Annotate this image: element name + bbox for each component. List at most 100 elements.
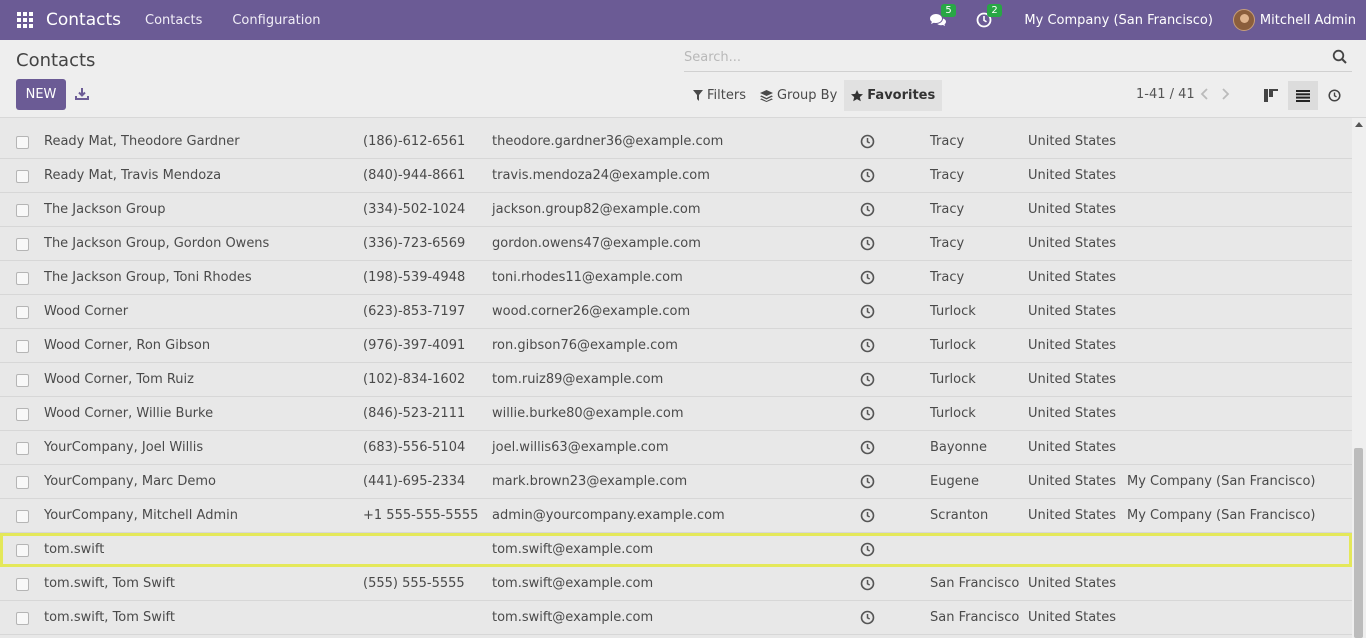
chevron-right-icon[interactable] bbox=[1220, 87, 1230, 101]
row-checkbox[interactable] bbox=[16, 408, 29, 421]
activity-clock-icon[interactable] bbox=[860, 406, 875, 425]
table-row[interactable]: Wood Corner, Tom Ruiz (102)-834-1602 tom.r… bbox=[0, 363, 1352, 397]
activity-clock-icon[interactable] bbox=[860, 474, 875, 493]
contact-name: YourCompany, Joel Willis bbox=[44, 440, 204, 455]
table-row[interactable]: tom.swift, Tom Swift tom.swift@example.co… bbox=[0, 601, 1352, 635]
app-title[interactable]: Contacts bbox=[46, 10, 121, 30]
contact-country: United States bbox=[1028, 372, 1117, 387]
row-checkbox[interactable] bbox=[16, 476, 29, 489]
group-by-button[interactable]: Group By bbox=[753, 80, 844, 111]
contact-email: tom.ruiz89@example.com bbox=[492, 372, 664, 387]
activity-clock-icon[interactable] bbox=[860, 610, 875, 629]
search-icon[interactable] bbox=[1332, 49, 1348, 65]
row-checkbox[interactable] bbox=[16, 170, 29, 183]
apps-menu-icon[interactable] bbox=[17, 12, 33, 28]
contact-country: United States bbox=[1028, 508, 1117, 523]
pager-value[interactable]: 1-41 / 41 bbox=[1136, 87, 1195, 102]
filter-icon bbox=[693, 90, 703, 101]
row-checkbox[interactable] bbox=[16, 340, 29, 353]
user-avatar[interactable] bbox=[1232, 9, 1255, 31]
table-row[interactable]: tom.swift tom.swift@example.com bbox=[0, 533, 1352, 567]
contact-name: The Jackson Group bbox=[44, 202, 166, 217]
list-view-button[interactable] bbox=[1288, 81, 1318, 110]
activity-clock-icon[interactable] bbox=[860, 304, 875, 323]
table-row[interactable]: tom.swift, Tom Swift (555) 555-5555 tom.sw… bbox=[0, 567, 1352, 601]
activity-clock-icon[interactable] bbox=[860, 508, 875, 527]
row-checkbox[interactable] bbox=[16, 510, 29, 523]
contact-city: Eugene bbox=[930, 474, 979, 489]
activity-clock-icon[interactable] bbox=[860, 338, 875, 357]
row-checkbox[interactable] bbox=[16, 136, 29, 149]
contact-country: United States bbox=[1028, 236, 1117, 251]
contact-email: theodore.gardner36@example.com bbox=[492, 134, 724, 149]
activity-clock-icon[interactable] bbox=[860, 134, 875, 153]
contact-city: Bayonne bbox=[930, 440, 988, 455]
contact-name: Ready Mat, Theodore Gardner bbox=[44, 134, 240, 149]
table-row[interactable]: The Jackson Group, Toni Rhodes (198)-539-… bbox=[0, 261, 1352, 295]
activity-clock-icon[interactable] bbox=[860, 372, 875, 391]
scrollbar[interactable] bbox=[1352, 118, 1366, 638]
favorites-button[interactable]: Favorites bbox=[844, 80, 943, 111]
row-checkbox[interactable] bbox=[16, 238, 29, 251]
table-row[interactable]: YourCompany, Marc Demo (441)-695-2334 mark… bbox=[0, 465, 1352, 499]
layers-icon bbox=[759, 89, 773, 102]
contact-phone: (623)-853-7197 bbox=[363, 304, 466, 319]
row-checkbox[interactable] bbox=[16, 442, 29, 455]
table-row[interactable]: Wood Corner, Ron Gibson (976)-397-4091 ron… bbox=[0, 329, 1352, 363]
contact-country: United States bbox=[1028, 440, 1117, 455]
scroll-up-arrow-icon[interactable] bbox=[1355, 122, 1363, 127]
table-row[interactable]: Wood Corner (623)-853-7197 wood.corner26@e… bbox=[0, 295, 1352, 329]
table-row[interactable]: The Jackson Group (334)-502-1024 jackson.g… bbox=[0, 193, 1352, 227]
row-checkbox[interactable] bbox=[16, 578, 29, 591]
table-row[interactable]: Wood Corner, Willie Burke (846)-523-2111 w… bbox=[0, 397, 1352, 431]
contact-company: My Company (San Francisco) bbox=[1127, 474, 1316, 489]
kanban-view-button[interactable] bbox=[1256, 81, 1286, 110]
contact-phone: (840)-944-8661 bbox=[363, 168, 466, 183]
activity-clock-icon[interactable] bbox=[860, 440, 875, 459]
table-row[interactable]: The Jackson Group, Gordon Owens (336)-723… bbox=[0, 227, 1352, 261]
table-row[interactable]: YourCompany, Joel Willis (683)-556-5104 jo… bbox=[0, 431, 1352, 465]
table-row[interactable]: Ready Mat, Travis Mendoza (840)-944-8661 t… bbox=[0, 159, 1352, 193]
new-button[interactable]: NEW bbox=[16, 79, 66, 110]
list-icon bbox=[1296, 89, 1310, 102]
contact-name: tom.swift, Tom Swift bbox=[44, 576, 175, 591]
messages-button[interactable]: 5 bbox=[928, 4, 956, 30]
chevron-left-icon[interactable] bbox=[1200, 87, 1210, 101]
contact-phone: (683)-556-5104 bbox=[363, 440, 466, 455]
contact-phone: +1 555-555-5555 bbox=[363, 508, 479, 523]
contact-city: Turlock bbox=[930, 372, 976, 387]
activity-clock-icon[interactable] bbox=[860, 270, 875, 289]
contact-city: Turlock bbox=[930, 406, 976, 421]
row-checkbox[interactable] bbox=[16, 272, 29, 285]
activity-view-button[interactable] bbox=[1319, 81, 1349, 110]
activity-clock-icon[interactable] bbox=[860, 576, 875, 595]
download-icon[interactable] bbox=[74, 86, 90, 102]
table-row[interactable]: Ready Mat, Theodore Gardner (186)-612-656… bbox=[0, 125, 1352, 159]
contact-city: Tracy bbox=[930, 236, 965, 251]
contact-email: travis.mendoza24@example.com bbox=[492, 168, 710, 183]
search-input[interactable] bbox=[684, 46, 1304, 68]
row-checkbox[interactable] bbox=[16, 204, 29, 217]
page-title: Contacts bbox=[16, 50, 96, 71]
scrollbar-thumb[interactable] bbox=[1354, 448, 1363, 638]
activity-clock-icon[interactable] bbox=[860, 168, 875, 187]
company-switcher[interactable]: My Company (San Francisco) bbox=[1024, 13, 1212, 28]
row-checkbox[interactable] bbox=[16, 544, 29, 557]
activity-clock-icon[interactable] bbox=[860, 236, 875, 255]
filters-button[interactable]: Filters bbox=[686, 80, 753, 111]
activity-clock-icon[interactable] bbox=[860, 202, 875, 221]
search-bar bbox=[684, 46, 1352, 72]
row-checkbox[interactable] bbox=[16, 374, 29, 387]
row-checkbox[interactable] bbox=[16, 612, 29, 625]
contact-email: willie.burke80@example.com bbox=[492, 406, 684, 421]
user-menu[interactable]: Mitchell Admin bbox=[1260, 13, 1356, 28]
contact-name: The Jackson Group, Toni Rhodes bbox=[44, 270, 252, 285]
row-checkbox[interactable] bbox=[16, 306, 29, 319]
contact-country: United States bbox=[1028, 270, 1117, 285]
menu-configuration[interactable]: Configuration bbox=[232, 13, 320, 28]
menu-contacts[interactable]: Contacts bbox=[145, 13, 202, 28]
activity-clock-icon[interactable] bbox=[860, 542, 875, 561]
activities-button[interactable]: 2 bbox=[974, 4, 1002, 30]
top-navbar: Contacts Contacts Configuration 5 2 My C… bbox=[0, 0, 1366, 40]
table-row[interactable]: YourCompany, Mitchell Admin +1 555-555-55… bbox=[0, 499, 1352, 533]
